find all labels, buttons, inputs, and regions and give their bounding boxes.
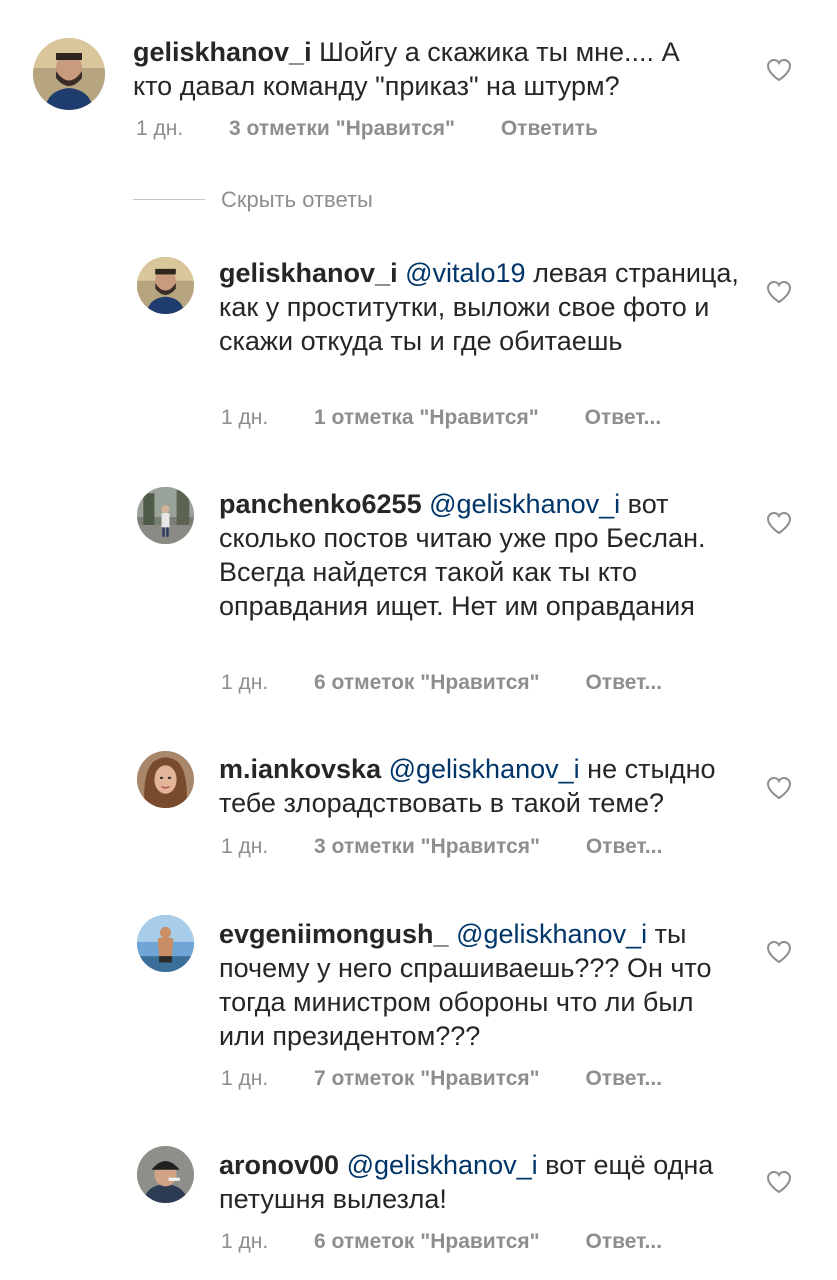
avatar[interactable]	[137, 751, 194, 808]
comment-time: 1 дн.	[221, 1067, 269, 1090]
comment-username[interactable]: m.iankovska	[219, 754, 381, 784]
like-heart-icon[interactable]	[766, 940, 792, 964]
avatar-man-beard-icon	[33, 38, 105, 110]
comment-time: 1 дн.	[221, 1230, 269, 1253]
avatar-woman-icon	[137, 751, 194, 808]
reply-button[interactable]: Ответ...	[585, 1066, 662, 1092]
reply-button[interactable]: Ответ...	[586, 834, 663, 860]
comment-likes[interactable]: 6 отметок "Нравится"	[314, 670, 540, 696]
like-heart-icon[interactable]	[766, 776, 792, 800]
comment-time: 1 дн.	[221, 406, 269, 429]
avatar[interactable]	[137, 1146, 194, 1203]
comment-username[interactable]: aronov00	[219, 1150, 339, 1180]
comment-mention[interactable]: @geliskhanov_i	[429, 489, 620, 519]
like-heart-icon[interactable]	[766, 58, 792, 82]
avatar-man-beard-icon	[137, 257, 194, 314]
comment-likes[interactable]: 3 отметки "Нравится"	[314, 834, 540, 860]
divider	[133, 199, 205, 200]
like-heart-icon[interactable]	[766, 511, 792, 535]
avatar[interactable]	[137, 487, 194, 544]
comment-username[interactable]: geliskhanov_i	[219, 258, 398, 288]
comment-mention[interactable]: @geliskhanov_i	[389, 754, 580, 784]
reply-button[interactable]: Ответ...	[585, 670, 662, 696]
hide-replies-label: Скрыть ответы	[221, 187, 373, 212]
reply-button[interactable]: Ответ...	[585, 405, 662, 431]
avatar[interactable]	[137, 257, 194, 314]
comment-username[interactable]: panchenko6255	[219, 489, 422, 519]
comment-likes[interactable]: 7 отметок "Нравится"	[314, 1066, 540, 1092]
comment-mention[interactable]: @geliskhanov_i	[347, 1150, 538, 1180]
comment-likes[interactable]: 1 отметка "Нравится"	[314, 405, 539, 431]
reply-button[interactable]: Ответить	[501, 116, 598, 142]
avatar-person-street-icon	[137, 487, 194, 544]
comment-mention[interactable]: @geliskhanov_i	[456, 919, 647, 949]
avatar-man-beach-icon	[137, 915, 194, 972]
comment-username[interactable]: geliskhanov_i	[133, 37, 312, 67]
avatar[interactable]	[33, 38, 105, 110]
comment-likes[interactable]: 3 отметки "Нравится"	[229, 116, 455, 142]
comment-time: 1 дн.	[221, 671, 269, 694]
comment-time: 1 дн.	[136, 117, 184, 140]
like-heart-icon[interactable]	[766, 1170, 792, 1194]
like-heart-icon[interactable]	[766, 280, 792, 304]
avatar-man-cap-icon	[137, 1146, 194, 1203]
avatar[interactable]	[137, 915, 194, 972]
comment-mention[interactable]: @vitalo19	[405, 258, 525, 288]
comment-time: 1 дн.	[221, 835, 269, 858]
comment-username[interactable]: evgeniimongush_	[219, 919, 449, 949]
comment-likes[interactable]: 6 отметок "Нравится"	[314, 1229, 540, 1255]
reply-button[interactable]: Ответ...	[585, 1229, 662, 1255]
